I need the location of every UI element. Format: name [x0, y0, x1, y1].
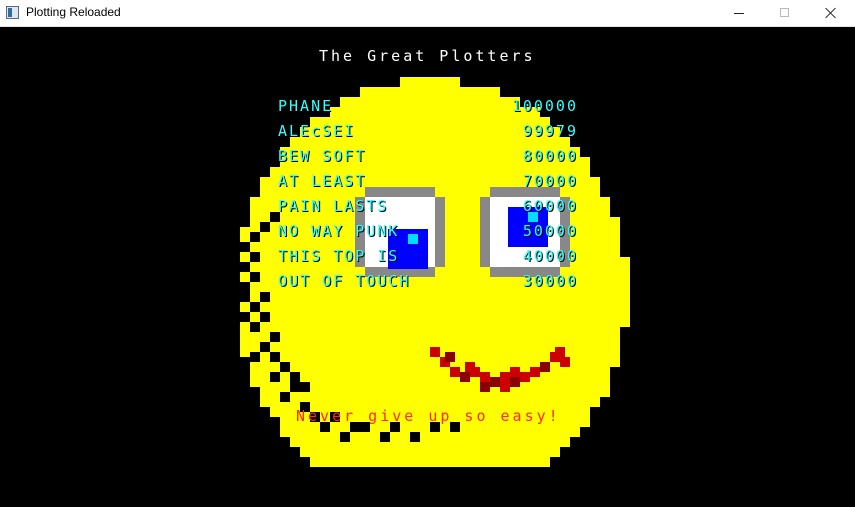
smiley-face-art — [240, 77, 630, 467]
eye-border — [480, 197, 490, 267]
eye-border — [435, 197, 445, 267]
face-shadow-pixel — [250, 352, 260, 362]
face-fill — [240, 327, 620, 337]
highscore-score: 80000 — [522, 147, 578, 165]
face-shadow-pixel — [240, 312, 250, 322]
bottom-message: Never give up so easy! — [296, 407, 561, 425]
face-shadow-pixel — [250, 252, 260, 262]
face-fill — [400, 77, 460, 87]
highscore-score: 60000 — [522, 197, 578, 215]
face-shadow-pixel — [270, 372, 280, 382]
game-canvas: The Great Plotters PHANE 100000 ALEcSEI … — [0, 27, 855, 507]
face-shadow-pixel — [260, 342, 270, 352]
face-shadow-pixel — [250, 232, 260, 242]
face-shadow-pixel — [250, 272, 260, 282]
mouth-pixel — [480, 372, 490, 382]
mouth-pixel — [465, 362, 475, 372]
face-shadow-pixel — [260, 292, 270, 302]
mouth-pixel — [460, 372, 470, 382]
minimize-icon — [734, 13, 744, 14]
highscore-name: PHANE — [278, 97, 334, 115]
window-title: Plotting Reloaded — [26, 5, 121, 19]
mouth-pixel — [445, 352, 455, 362]
face-shadow-pixel — [280, 362, 290, 372]
face-shadow-pixel — [290, 372, 300, 382]
mouth-pixel — [510, 367, 520, 377]
highscore-name: AT LEAST — [278, 172, 367, 190]
face-fill — [360, 87, 500, 97]
face-fill — [240, 337, 620, 347]
highscore-name: PAIN LASTS — [278, 197, 389, 215]
highscore-name: ALEcSEI — [278, 122, 356, 140]
eye-highlight — [408, 234, 418, 244]
face-shadow-pixel — [380, 432, 390, 442]
minimize-button[interactable] — [716, 0, 762, 26]
face-shadow-pixel — [240, 282, 250, 292]
face-shadow-pixel — [250, 302, 260, 312]
maximize-button[interactable] — [762, 0, 808, 26]
highscore-name: OUT OF TOUCH — [278, 272, 411, 290]
maximize-icon — [780, 8, 789, 17]
face-fill — [240, 317, 630, 327]
mouth-pixel — [430, 347, 440, 357]
mouth-pixel — [500, 372, 510, 382]
face-shadow-pixel — [340, 432, 350, 442]
face-fill — [260, 387, 610, 397]
face-shadow-pixel — [290, 382, 300, 392]
face-shadow-pixel — [240, 242, 250, 252]
face-fill — [310, 457, 550, 467]
highscore-name: NO WAY PUNK — [278, 222, 400, 240]
face-fill — [260, 397, 600, 407]
highscore-score: 30000 — [522, 272, 578, 290]
highscore-score: 100000 — [511, 97, 578, 115]
highscore-score: 99979 — [522, 122, 578, 140]
mouth-pixel — [560, 357, 570, 367]
mouth-pixel — [540, 362, 550, 372]
face-fill — [240, 307, 630, 317]
face-shadow-pixel — [300, 382, 310, 392]
highscore-name: THIS TOP IS — [278, 247, 400, 265]
mouth-pixel — [500, 382, 510, 392]
face-shadow-pixel — [260, 312, 270, 322]
mouth-pixel — [450, 367, 460, 377]
face-shadow-pixel — [270, 352, 280, 362]
face-shadow-pixel — [240, 262, 250, 272]
face-fill — [250, 367, 610, 377]
face-shadow-pixel — [250, 322, 260, 332]
highscore-score: 40000 — [522, 247, 578, 265]
face-shadow-pixel — [280, 392, 290, 402]
mouth-pixel — [530, 367, 540, 377]
eye-border — [365, 187, 435, 197]
highscore-name: BEW SOFT — [278, 147, 367, 165]
window-titlebar: Plotting Reloaded — [0, 0, 855, 27]
mouth-pixel — [555, 347, 565, 357]
screen-title: The Great Plotters — [319, 47, 536, 65]
face-shadow-pixel — [260, 222, 270, 232]
mouth-pixel — [490, 377, 500, 387]
face-fill — [290, 437, 570, 447]
face-fill — [340, 97, 520, 107]
mouth-pixel — [480, 382, 490, 392]
face-shadow-pixel — [410, 432, 420, 442]
mouth-pixel — [520, 372, 530, 382]
face-shadow-pixel — [240, 292, 250, 302]
face-shadow-pixel — [270, 332, 280, 342]
highscore-score: 70000 — [522, 172, 578, 190]
highscore-score: 50000 — [522, 222, 578, 240]
close-button[interactable] — [808, 0, 854, 26]
face-fill — [240, 297, 630, 307]
close-icon — [825, 7, 837, 19]
mouth-pixel — [510, 377, 520, 387]
face-fill — [300, 447, 560, 457]
app-icon — [6, 6, 19, 19]
